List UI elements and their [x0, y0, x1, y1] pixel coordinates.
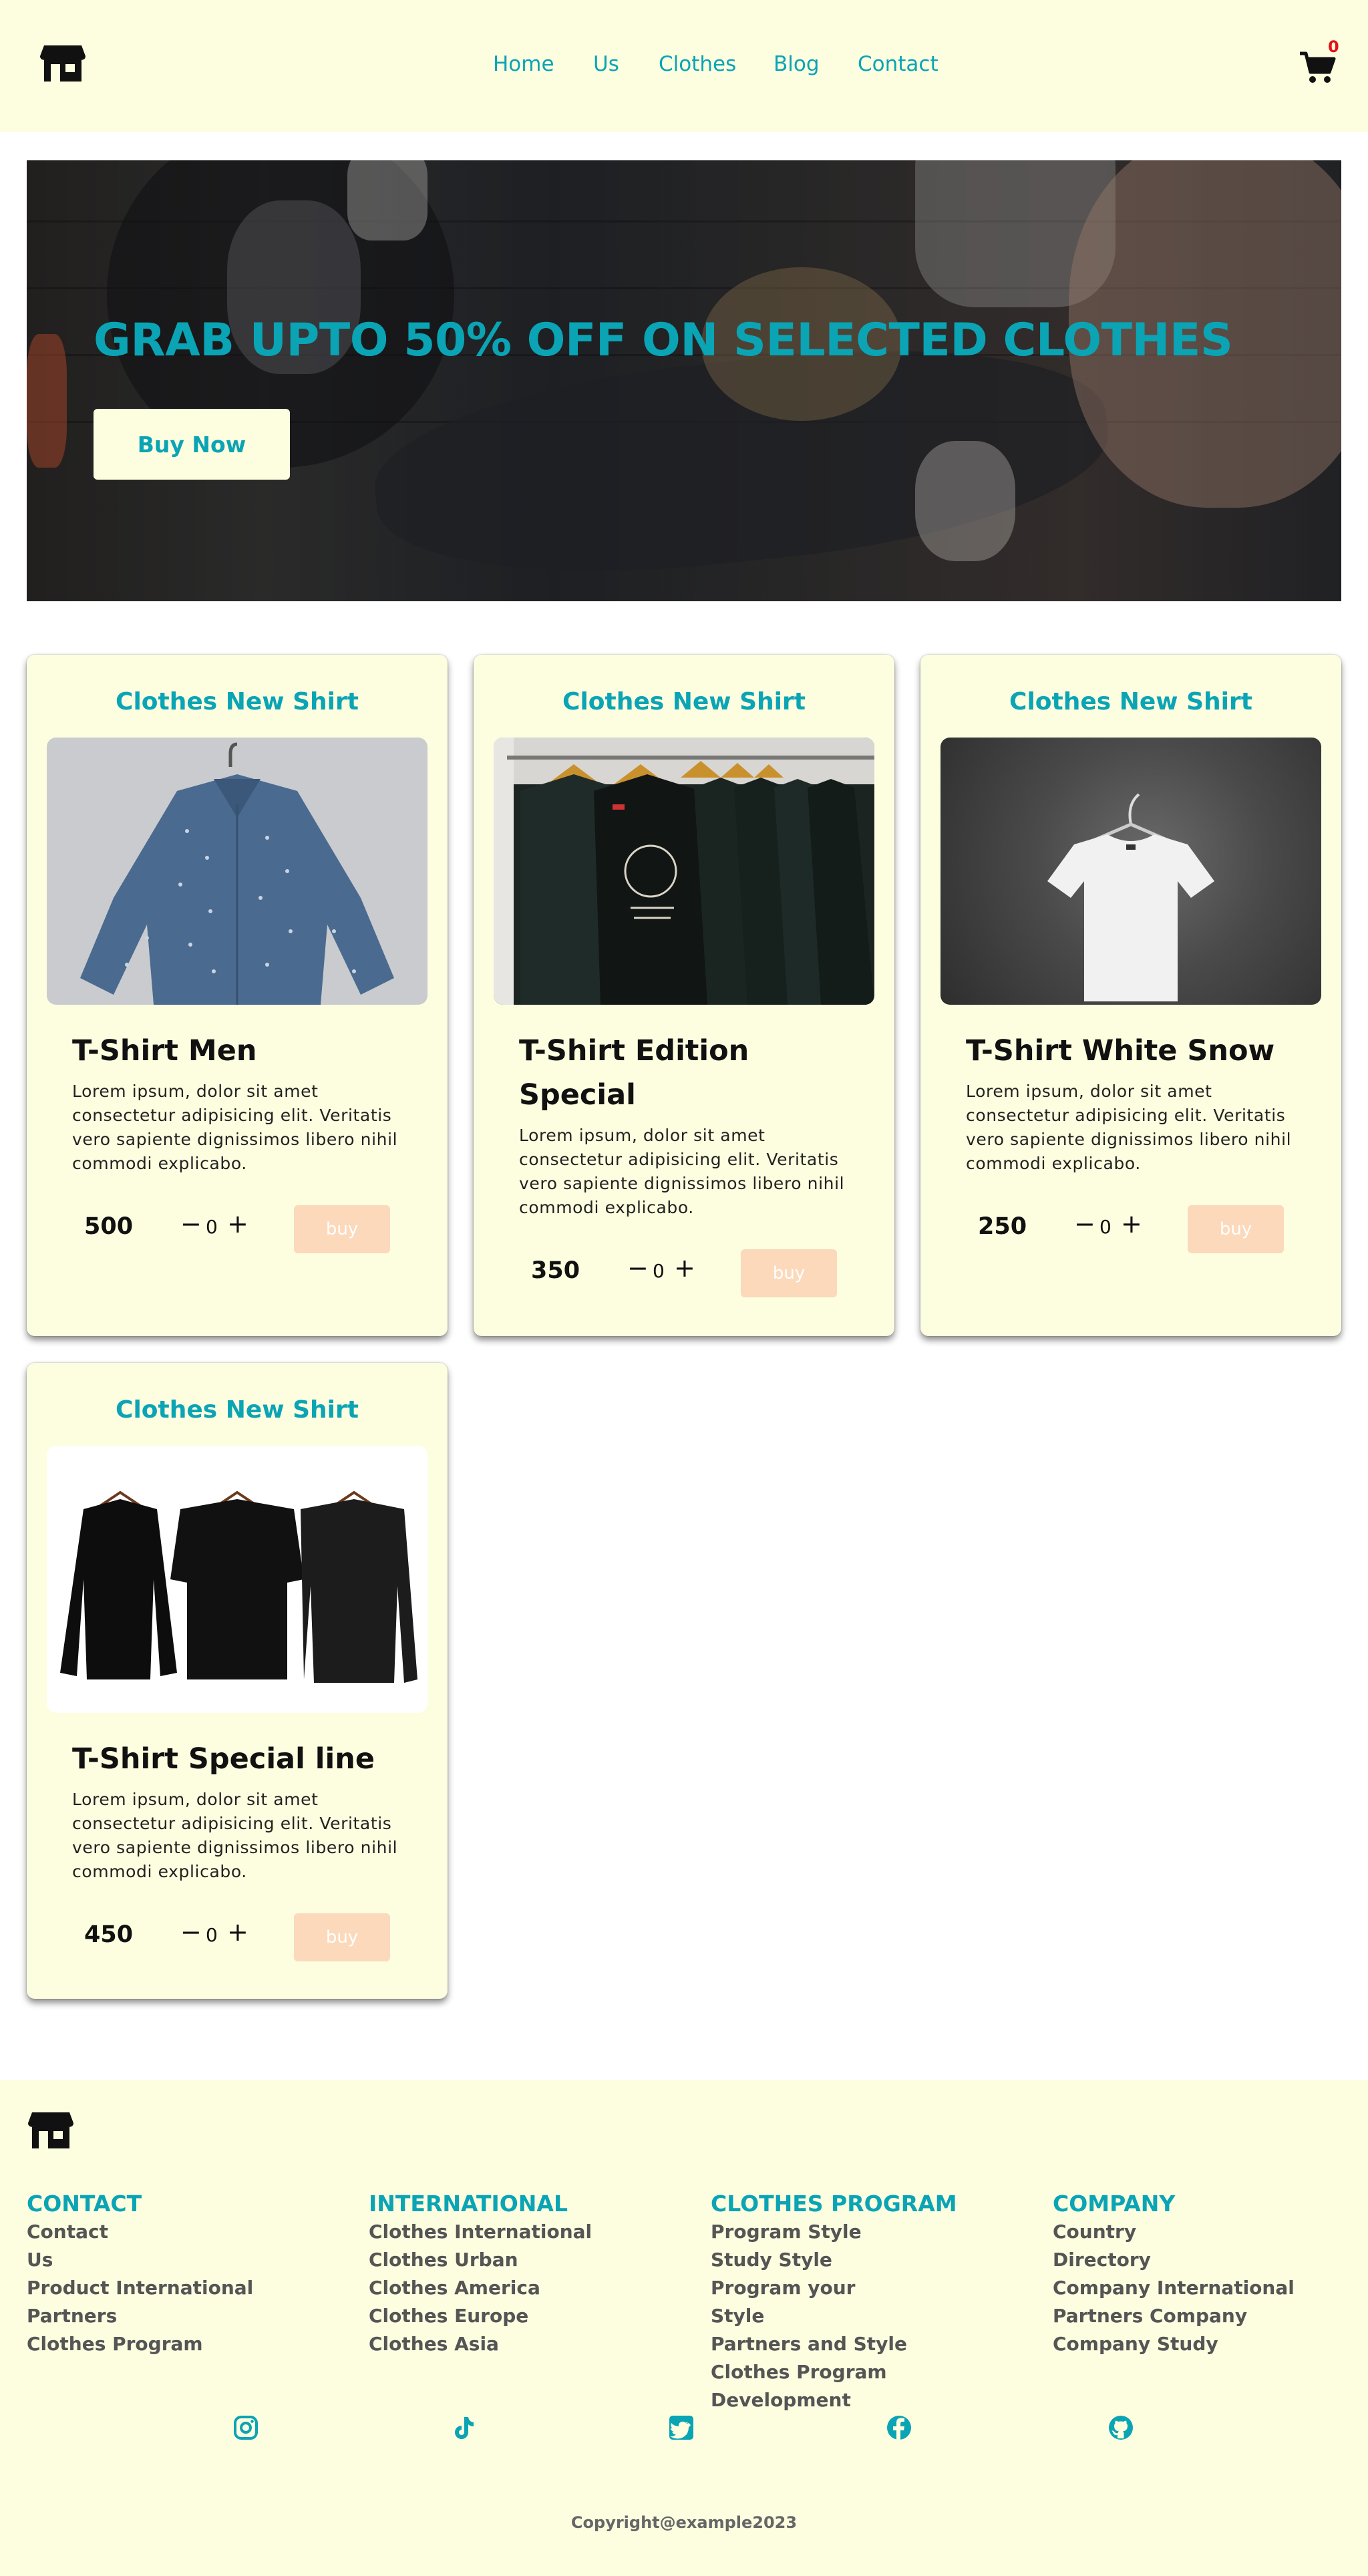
hero-banner: GRAB UPTO 50% OFF ON SELECTED CLOTHES Bu…: [27, 160, 1341, 601]
product-controls: 450 − 0 + buy: [27, 1913, 448, 1961]
nav-contact[interactable]: Contact: [858, 52, 938, 76]
black-shirts-rack-icon: [494, 738, 874, 1005]
site-header: Home Us Clothes Blog Contact 0: [0, 0, 1368, 132]
card-heading: Clothes New Shirt: [1009, 688, 1252, 715]
quantity-increase-button[interactable]: +: [674, 1253, 695, 1283]
buy-now-button[interactable]: Buy Now: [94, 409, 290, 480]
card-heading: Clothes New Shirt: [116, 688, 359, 715]
white-tshirt-icon: [1047, 793, 1214, 1001]
product-description: Lorem ipsum, dolor sit amet consectetur …: [966, 1082, 1292, 1173]
buy-button[interactable]: buy: [1188, 1205, 1284, 1253]
product-image: [940, 738, 1321, 1005]
product-description: Lorem ipsum, dolor sit amet consectetur …: [72, 1082, 398, 1173]
footer-column-clothes-program: CLOTHES PROGRAM Program Style Study Styl…: [711, 2190, 957, 2414]
buy-button[interactable]: buy: [741, 1249, 837, 1297]
footer-column-international: INTERNATIONAL Clothes International Clot…: [369, 2190, 683, 2358]
hero-background-image: [27, 160, 1341, 601]
quantity-decrease-button[interactable]: −: [180, 1917, 202, 1947]
product-price: 500: [84, 1213, 134, 1240]
facebook-icon[interactable]: [886, 2414, 912, 2441]
hero-title: GRAB UPTO 50% OFF ON SELECTED CLOTHES: [94, 314, 1233, 367]
product-controls: 250 − 0 + buy: [920, 1205, 1341, 1253]
product-price: 250: [978, 1213, 1027, 1240]
footer-link[interactable]: Company Study: [1053, 2330, 1367, 2358]
product-title: T-Shirt White Snow: [966, 1034, 1275, 1068]
product-price: 450: [84, 1921, 134, 1948]
footer-link[interactable]: Contact: [27, 2218, 341, 2246]
quantity-increase-button[interactable]: +: [227, 1209, 248, 1239]
tiktok-icon[interactable]: [450, 2414, 477, 2441]
product-image: [494, 738, 874, 1005]
footer-link[interactable]: Directory: [1053, 2246, 1367, 2274]
quantity-value: 0: [653, 1260, 665, 1282]
footer-link[interactable]: Study Style: [711, 2246, 911, 2274]
footer-link[interactable]: Program your Style: [711, 2274, 911, 2330]
buy-button[interactable]: buy: [294, 1913, 390, 1961]
footer-link[interactable]: Company International: [1053, 2274, 1367, 2302]
product-title: T-Shirt Special line: [72, 1742, 375, 1776]
quantity-value: 0: [206, 1216, 218, 1238]
blue-dotted-shirt-icon: [80, 742, 394, 1005]
quantity-decrease-button[interactable]: −: [627, 1253, 649, 1283]
nav-us[interactable]: Us: [593, 52, 619, 76]
footer-link[interactable]: Partners: [27, 2302, 341, 2330]
card-heading: Clothes New Shirt: [562, 688, 806, 715]
product-controls: 350 − 0 + buy: [474, 1249, 894, 1297]
twitter-icon[interactable]: [668, 2414, 695, 2441]
footer-heading: INTERNATIONAL: [369, 2191, 568, 2217]
site-footer: CONTACT Contact Us Product International…: [0, 2080, 1368, 2576]
product-image: [47, 738, 428, 1005]
product-card: Clothes New Shirt T-Shirt Men Lorem ipsu…: [27, 655, 448, 1336]
footer-link[interactable]: Clothes Urban: [369, 2246, 683, 2274]
footer-heading: CLOTHES PROGRAM: [711, 2191, 957, 2217]
footer-link[interactable]: Clothes Europe: [369, 2302, 683, 2330]
footer-heading: COMPANY: [1053, 2191, 1176, 2217]
footer-link[interactable]: Country: [1053, 2218, 1367, 2246]
quantity-decrease-button[interactable]: −: [180, 1209, 202, 1239]
quantity-decrease-button[interactable]: −: [1074, 1209, 1095, 1239]
product-image: [47, 1446, 428, 1713]
footer-column-contact: CONTACT Contact Us Product International…: [27, 2190, 341, 2358]
cart-count-badge: 0: [1328, 37, 1339, 56]
footer-link[interactable]: Clothes International: [369, 2218, 683, 2246]
product-description: Lorem ipsum, dolor sit amet consectetur …: [72, 1790, 398, 1881]
main-nav: Home Us Clothes Blog Contact: [0, 52, 1368, 82]
product-title: T-Shirt Men: [72, 1034, 257, 1068]
store-logo-icon[interactable]: [27, 2110, 75, 2150]
footer-column-company: COMPANY Country Directory Company Intern…: [1053, 2190, 1367, 2358]
footer-link[interactable]: Partners Company: [1053, 2302, 1367, 2330]
nav-home[interactable]: Home: [493, 52, 554, 76]
three-black-shirts-icon: [60, 1490, 417, 1683]
footer-link[interactable]: Product International: [27, 2274, 341, 2302]
footer-heading: CONTACT: [27, 2191, 142, 2217]
product-card: Clothes New Shirt T-Shirt White Snow Lor…: [920, 655, 1341, 1336]
product-controls: 500 − 0 + buy: [27, 1205, 448, 1253]
quantity-increase-button[interactable]: +: [227, 1917, 248, 1947]
footer-link[interactable]: Clothes America: [369, 2274, 683, 2302]
product-card: Clothes New Shirt T-Shirt Edition Specia…: [474, 655, 894, 1336]
buy-button[interactable]: buy: [294, 1205, 390, 1253]
github-icon[interactable]: [1107, 2414, 1134, 2441]
footer-link[interactable]: Program Style: [711, 2218, 911, 2246]
copyright-text: Copyright@example2023: [570, 2513, 798, 2532]
card-heading: Clothes New Shirt: [116, 1396, 359, 1424]
footer-link[interactable]: Partners and Style: [711, 2330, 911, 2358]
product-description: Lorem ipsum, dolor sit amet consectetur …: [519, 1126, 845, 1217]
footer-link[interactable]: Clothes Program Development: [711, 2358, 911, 2414]
quantity-increase-button[interactable]: +: [1121, 1209, 1142, 1239]
instagram-icon[interactable]: [232, 2414, 259, 2441]
quantity-value: 0: [1099, 1216, 1112, 1238]
footer-link[interactable]: Clothes Asia: [369, 2330, 683, 2358]
product-title: T-Shirt Edition Special: [519, 1034, 749, 1112]
footer-link[interactable]: Clothes Program: [27, 2330, 341, 2358]
product-card: Clothes New Shirt T-Shirt Special line L…: [27, 1363, 448, 1999]
nav-blog[interactable]: Blog: [774, 52, 820, 76]
nav-clothes[interactable]: Clothes: [659, 52, 736, 76]
footer-link[interactable]: Us: [27, 2246, 341, 2274]
product-price: 350: [531, 1257, 580, 1284]
quantity-value: 0: [206, 1924, 218, 1946]
